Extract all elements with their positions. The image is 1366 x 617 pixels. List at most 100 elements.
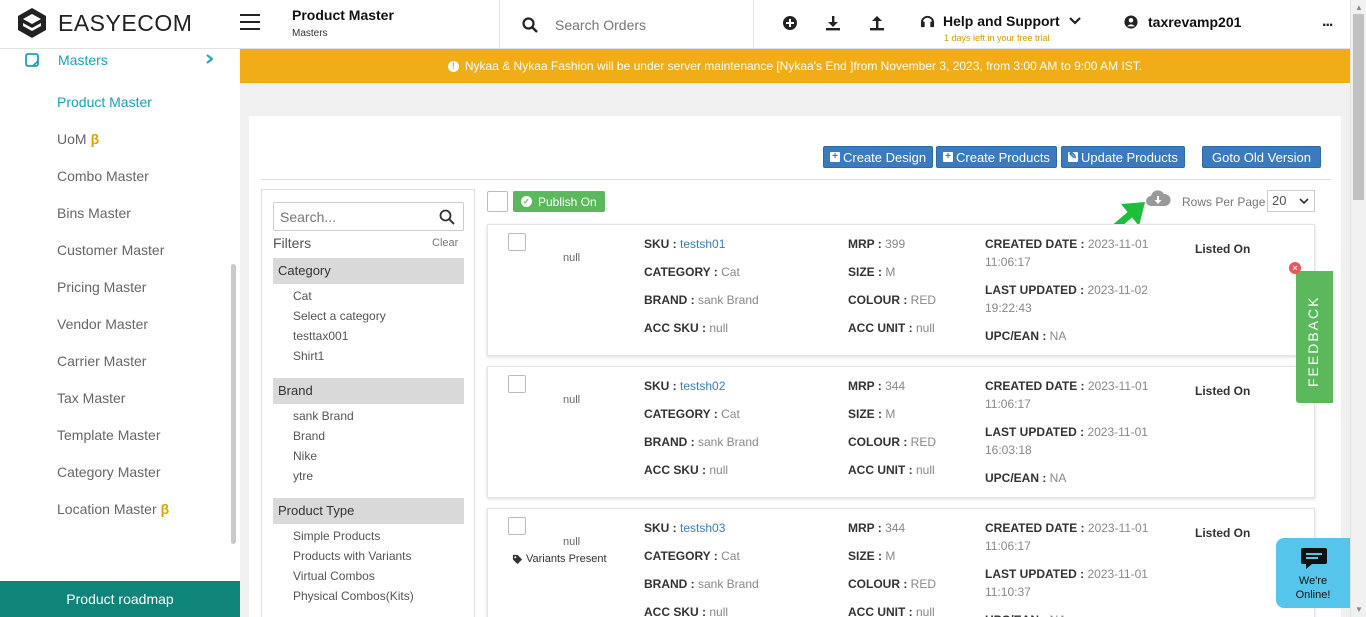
search-icon[interactable] — [522, 17, 538, 33]
menu-toggle-icon[interactable] — [240, 14, 260, 30]
help-label: Help and Support — [943, 13, 1060, 29]
sidebar-item-location-master[interactable]: Location Master β — [57, 501, 169, 517]
sidebar-item-combo-master[interactable]: Combo Master — [57, 168, 149, 184]
product-roadmap-button[interactable]: Product roadmap — [0, 581, 240, 617]
update-products-button[interactable]: ✎ Update Products — [1061, 146, 1185, 168]
create-design-button[interactable]: + Create Design — [823, 146, 934, 168]
breadcrumb: Masters — [292, 28, 328, 39]
field-label: ACC SKU : — [644, 605, 710, 617]
filter-option[interactable]: Shirt1 — [293, 349, 324, 363]
filter-option[interactable]: Select a category — [293, 309, 386, 323]
sku-link[interactable]: testsh01 — [680, 237, 725, 251]
field-label: BRAND : — [644, 577, 698, 591]
sidebar-item-template-master[interactable]: Template Master — [57, 427, 160, 443]
rows-per-page-select[interactable]: 20 — [1267, 190, 1315, 212]
scroll-up-icon[interactable]: ▲ — [1355, 3, 1363, 12]
created-date-value: 2023-11-01 — [1087, 379, 1149, 393]
scrollbar-thumb[interactable] — [1353, 14, 1364, 200]
chat-status: We're Online! — [1276, 574, 1350, 602]
sidebar-section-masters[interactable]: Masters — [24, 52, 108, 68]
product-card[interactable]: null Variants Present SKU : testsh03 CAT… — [487, 508, 1315, 617]
filter-option[interactable]: Brand — [293, 429, 325, 443]
product-checkbox[interactable] — [508, 233, 526, 251]
product-card[interactable]: null SKU : testsh02 CATEGORY : Cat BRAND… — [487, 366, 1315, 498]
page-scrollbar[interactable]: ▲ ▼ — [1350, 0, 1366, 617]
sidebar-item-pricing-master[interactable]: Pricing Master — [57, 279, 146, 295]
filter-option[interactable]: Nike — [293, 449, 317, 463]
filter-group-product-type[interactable]: Product Type — [273, 498, 464, 524]
product-checkbox[interactable] — [508, 517, 526, 535]
add-icon[interactable] — [782, 15, 798, 31]
product-image-placeholder: null — [563, 394, 581, 406]
button-label: Create Design — [843, 149, 927, 165]
search-icon[interactable] — [439, 209, 455, 225]
username: taxrevamp201 — [1148, 14, 1242, 30]
product-checkbox[interactable] — [508, 375, 526, 393]
download-icon[interactable] — [825, 15, 841, 31]
sidebar-item-vendor-master[interactable]: Vendor Master — [57, 316, 148, 332]
filter-option[interactable]: Products with Variants — [293, 549, 412, 563]
user-menu[interactable]: taxrevamp201 — [1124, 14, 1241, 30]
created-date-value: 2023-11-01 — [1087, 237, 1149, 251]
filter-search-input[interactable] — [274, 203, 424, 230]
updated-date-value: 2023-11-02 — [1087, 283, 1148, 297]
upload-icon[interactable] — [869, 15, 885, 31]
colour-value: RED — [910, 293, 937, 307]
cloud-download-icon[interactable] — [1145, 188, 1171, 208]
search-orders-input[interactable] — [555, 17, 735, 33]
select-all-checkbox[interactable] — [487, 191, 508, 212]
sidebar-item-category-master[interactable]: Category Master — [57, 464, 160, 480]
masters-icon — [25, 53, 39, 67]
sku-link[interactable]: testsh02 — [680, 379, 725, 393]
created-time-value: 11:06:17 — [985, 539, 1031, 553]
sidebar-item-bins-master[interactable]: Bins Master — [57, 205, 131, 221]
sidebar-item-carrier-master[interactable]: Carrier Master — [57, 353, 146, 369]
filter-option[interactable]: ytre — [293, 469, 313, 483]
goto-old-version-button[interactable]: Goto Old Version — [1202, 146, 1321, 168]
sku-link[interactable]: testsh03 — [680, 521, 725, 535]
clear-filters-link[interactable]: Clear — [432, 237, 458, 249]
brand-value: sank Brand — [698, 577, 759, 591]
sidebar-section-label: Masters — [58, 52, 108, 68]
product-card[interactable]: null SKU : testsh01 CATEGORY : Cat BRAND… — [487, 224, 1315, 356]
sidebar-item-tax-master[interactable]: Tax Master — [57, 390, 125, 406]
chat-widget[interactable]: We're Online! — [1276, 538, 1350, 608]
plus-square-icon: + — [943, 152, 953, 162]
category-value: Cat — [721, 265, 740, 279]
created-time-value: 11:06:17 — [985, 397, 1031, 411]
filter-option[interactable]: Virtual Combos — [293, 569, 375, 583]
sidebar-item-label: UoM — [57, 131, 87, 147]
divider — [499, 0, 500, 48]
feedback-label: FEEDBACK — [1305, 295, 1321, 387]
help-and-support[interactable]: Help and Support — [920, 13, 1082, 29]
sidebar-item-customer-master[interactable]: Customer Master — [57, 242, 164, 258]
headset-icon — [920, 15, 935, 27]
acc-unit-value: null — [916, 605, 935, 617]
upc-value: NA — [1050, 613, 1067, 617]
filter-option[interactable]: testtax001 — [293, 329, 348, 343]
feedback-tab[interactable]: FEEDBACK — [1296, 271, 1333, 403]
filter-group-category[interactable]: Category — [273, 258, 464, 284]
rows-per-page-value: 20 — [1272, 193, 1287, 208]
field-label: ACC UNIT : — [848, 463, 916, 477]
filter-option[interactable]: Simple Products — [293, 529, 380, 543]
filter-option[interactable]: Physical Combos(Kits) — [293, 589, 414, 603]
sidebar-scrollbar[interactable] — [231, 264, 236, 544]
beta-badge: β — [160, 501, 170, 517]
publish-on-button[interactable]: ✓ Publish On — [513, 191, 605, 212]
sidebar-item-product-master[interactable]: Product Master — [57, 94, 152, 110]
button-label: Create Products — [956, 149, 1050, 165]
divider — [753, 0, 754, 48]
create-products-button[interactable]: + Create Products — [936, 146, 1057, 168]
logo[interactable]: EASYECOM — [16, 7, 192, 39]
logo-icon — [18, 8, 46, 38]
filter-option[interactable]: Cat — [293, 289, 312, 303]
close-icon[interactable]: × — [1289, 262, 1301, 274]
sidebar-item-uom[interactable]: UoM β — [57, 131, 99, 147]
mrp-value: 399 — [885, 237, 906, 251]
more-options-icon[interactable]: ... — [1322, 13, 1333, 31]
filter-group-brand[interactable]: Brand — [273, 378, 464, 404]
scroll-down-icon[interactable]: ▼ — [1355, 605, 1363, 614]
filter-option[interactable]: sank Brand — [293, 409, 354, 423]
chevron-right-icon[interactable] — [205, 52, 215, 68]
